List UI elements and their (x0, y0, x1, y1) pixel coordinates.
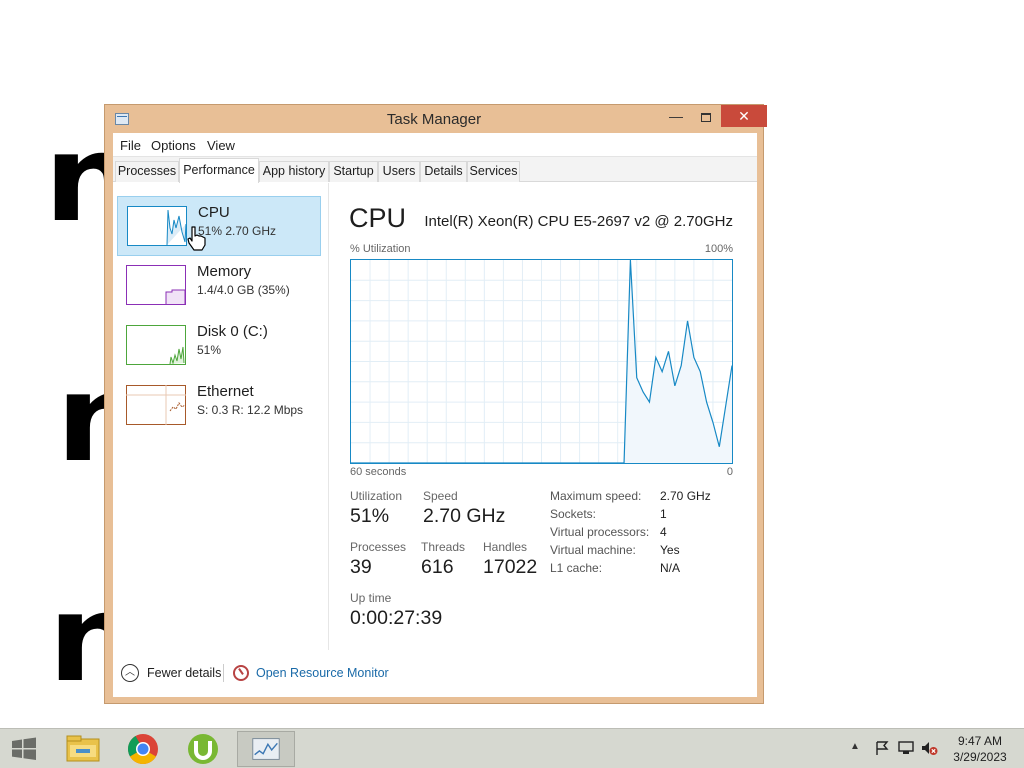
close-button[interactable]: ✕ (721, 105, 767, 127)
utorrent-icon[interactable] (176, 731, 230, 767)
tab-strip: Processes Performance App history Startu… (113, 157, 757, 183)
tab-startup[interactable]: Startup (329, 161, 378, 182)
x-axis-left-label: 60 seconds (350, 466, 407, 478)
y-axis-label: % Utilization (350, 243, 411, 255)
task-manager-icon[interactable] (237, 731, 295, 767)
resource-memory[interactable]: Memory 1.4/4.0 GB (35%) (117, 256, 321, 316)
disk-thumbnail-icon (126, 325, 186, 365)
speed-label: Speed (423, 489, 458, 503)
cpu-thumbnail-icon (127, 206, 187, 246)
window-client: File Options View Processes Performance … (113, 133, 757, 697)
tab-processes[interactable]: Processes (115, 161, 179, 182)
menu-options[interactable]: Options (151, 138, 196, 153)
resource-summary: 51% 2.70 GHz (198, 224, 277, 238)
speed-value: 2.70 GHz (423, 505, 506, 527)
chrome-icon[interactable] (116, 731, 170, 767)
spec-value: 4 (660, 525, 667, 539)
spec-value: 2.70 GHz (660, 489, 711, 503)
spec-label: Virtual processors: (550, 525, 650, 539)
resource-ethernet[interactable]: Ethernet S: 0.3 R: 12.2 Mbps (117, 376, 321, 436)
spec-label: Sockets: (550, 507, 597, 521)
utilization-value: 51% (350, 505, 390, 527)
spec-label: L1 cache: (550, 561, 603, 575)
volume-muted-icon[interactable] (920, 740, 938, 756)
uptime-label: Up time (350, 591, 392, 605)
action-center-flag-icon[interactable] (873, 740, 891, 756)
resource-name: Ethernet (197, 383, 254, 400)
taskbar: ▲ 9:47 AM 3/29/2023 (0, 728, 1024, 768)
spec-label: Virtual machine: (550, 543, 636, 557)
tab-services[interactable]: Services (467, 161, 520, 182)
ethernet-thumbnail-icon (126, 385, 186, 425)
clock-date[interactable]: 3/29/2023 (950, 750, 1010, 764)
menu-bar: File Options View (113, 133, 757, 157)
footer-divider (223, 664, 224, 682)
resource-summary: 51% (197, 343, 222, 357)
utilization-label: Utilization (350, 489, 403, 503)
title-bar[interactable]: Task Manager — ✕ (105, 105, 767, 133)
spec-value: Yes (660, 543, 680, 557)
resource-cpu[interactable]: CPU 51% 2.70 GHz (117, 196, 321, 256)
uptime-value: 0:00:27:39 (350, 607, 443, 629)
resource-name: CPU (198, 204, 230, 221)
x-axis-right-label: 0 (726, 466, 733, 478)
resource-summary: S: 0.3 R: 12.2 Mbps (197, 403, 304, 417)
resource-monitor-icon[interactable] (233, 665, 249, 681)
fewer-details-link[interactable]: Fewer details (147, 666, 221, 680)
menu-view[interactable]: View (207, 138, 235, 153)
resource-disk[interactable]: Disk 0 (C:) 51% (117, 316, 321, 376)
file-explorer-icon[interactable] (56, 731, 110, 767)
performance-content: CPU 51% 2.70 GHz Memory 1.4/4.0 GB (35%) (113, 183, 757, 650)
threads-label: Threads (421, 540, 466, 554)
resource-name: Memory (197, 263, 252, 280)
resource-list: CPU 51% 2.70 GHz Memory 1.4/4.0 GB (35%) (113, 183, 329, 650)
tab-details[interactable]: Details (420, 161, 467, 182)
maximize-icon (701, 112, 711, 122)
clock-time[interactable]: 9:47 AM (950, 734, 1010, 748)
cpu-utilization-chart (350, 259, 733, 464)
maximize-button[interactable] (691, 105, 721, 127)
y-axis-max: 100% (704, 243, 733, 255)
processes-value: 39 (350, 556, 372, 578)
cpu-model: Intel(R) Xeon(R) CPU E5-2697 v2 @ 2.70GH… (424, 213, 733, 230)
minimize-button[interactable]: — (661, 105, 691, 127)
spec-label: Maximum speed: (550, 489, 642, 503)
network-icon[interactable] (897, 740, 915, 756)
footer-bar: ︿ Fewer details Open Resource Monitor (113, 650, 757, 697)
chevron-up-icon[interactable]: ︿ (121, 664, 139, 682)
spec-value: 1 (660, 507, 667, 521)
open-resource-monitor-link[interactable]: Open Resource Monitor (256, 666, 389, 680)
memory-thumbnail-icon (126, 265, 186, 305)
tab-app-history[interactable]: App history (259, 161, 329, 182)
cpu-detail-pane: CPU Intel(R) Xeon(R) CPU E5-2697 v2 @ 2.… (330, 183, 757, 650)
handles-label: Handles (483, 540, 528, 554)
tab-performance[interactable]: Performance (179, 158, 259, 183)
threads-value: 616 (421, 556, 454, 578)
task-manager-window: Task Manager — ✕ File Options View Proce… (104, 104, 767, 704)
resource-name: Disk 0 (C:) (197, 323, 268, 340)
windows-start-icon[interactable] (6, 733, 42, 765)
processes-label: Processes (350, 540, 407, 554)
spec-value: N/A (660, 561, 681, 575)
resource-summary: 1.4/4.0 GB (35%) (197, 283, 290, 297)
detail-title: CPU (349, 203, 407, 233)
menu-file[interactable]: File (120, 138, 141, 153)
hand-cursor-icon (187, 226, 206, 251)
handles-value: 17022 (483, 556, 538, 578)
show-hidden-icons-button[interactable]: ▲ (850, 741, 860, 752)
tab-users[interactable]: Users (378, 161, 420, 182)
